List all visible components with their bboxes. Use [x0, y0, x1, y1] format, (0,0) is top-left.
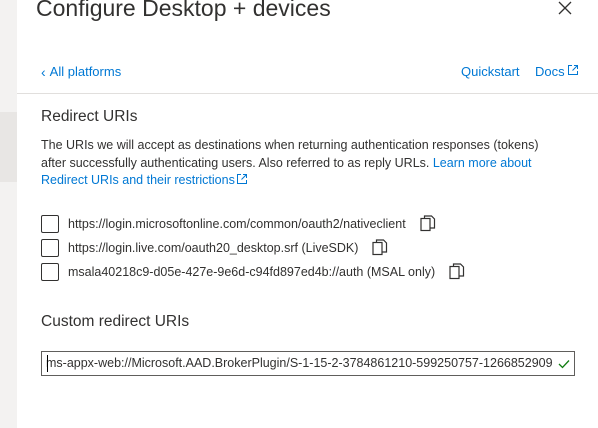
background-page — [0, 0, 17, 428]
close-icon[interactable] — [555, 0, 575, 17]
uri-checkbox[interactable] — [41, 239, 59, 257]
configure-panel: Configure Desktop + devices ‹ All platfo… — [17, 0, 598, 428]
external-link-icon — [567, 63, 579, 81]
chevron-left-icon: ‹ — [41, 64, 46, 80]
uri-checkbox[interactable] — [41, 215, 59, 233]
text-caret — [47, 355, 48, 372]
custom-redirect-uris-heading: Custom redirect URIs — [41, 313, 190, 330]
all-platforms-label: All platforms — [49, 64, 122, 79]
uri-checkbox[interactable] — [41, 263, 59, 281]
uri-label: msala40218c9-d05e-427e-9e6d-c94fd897ed4b… — [68, 265, 436, 279]
uri-label: https://login.microsoftonline.com/common… — [68, 217, 406, 231]
copy-icon[interactable] — [420, 215, 436, 233]
redirect-uri-option: https://login.live.com/oauth20_desktop.s… — [41, 238, 388, 258]
header-divider — [17, 93, 598, 94]
all-platforms-link[interactable]: ‹ All platforms — [41, 63, 121, 81]
redirect-uri-option: msala40218c9-d05e-427e-9e6d-c94fd897ed4b… — [41, 262, 465, 282]
redirect-uris-description: The URIs we will accept as destinations … — [41, 137, 561, 190]
docs-link[interactable]: Docs — [535, 63, 579, 81]
uri-label: https://login.live.com/oauth20_desktop.s… — [68, 241, 359, 255]
copy-icon[interactable] — [449, 263, 465, 281]
custom-redirect-uri-value: ms-appx-web://Microsoft.AAD.BrokerPlugin… — [46, 356, 553, 370]
redirect-uri-option: https://login.microsoftonline.com/common… — [41, 214, 436, 234]
external-link-icon — [235, 173, 248, 187]
background-highlight — [0, 112, 17, 182]
copy-icon[interactable] — [372, 239, 388, 257]
docs-label: Docs — [535, 64, 565, 79]
redirect-uris-heading: Redirect URIs — [41, 108, 138, 125]
checkmark-icon — [556, 352, 570, 375]
custom-redirect-uri-input[interactable]: ms-appx-web://Microsoft.AAD.BrokerPlugin… — [41, 351, 575, 376]
quickstart-link[interactable]: Quickstart — [461, 63, 520, 81]
back-link-row: ‹ All platforms — [41, 63, 121, 81]
panel-title: Configure Desktop + devices — [36, 0, 331, 21]
